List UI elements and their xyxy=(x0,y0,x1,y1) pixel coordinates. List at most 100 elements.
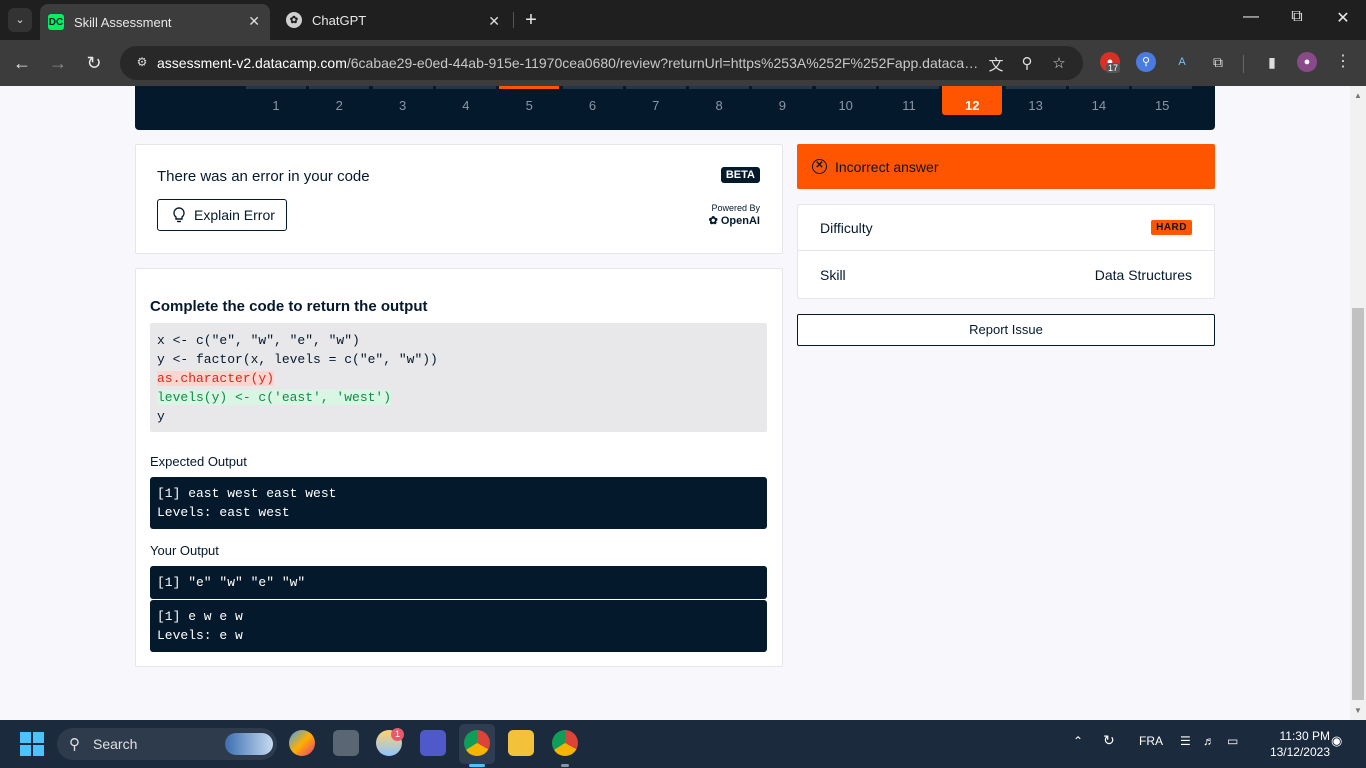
question-nav-item[interactable]: 1 xyxy=(246,86,306,115)
question-nav-item[interactable]: 4 xyxy=(435,86,496,115)
tab-title: ChatGPT xyxy=(312,12,367,28)
extensions-puzzle-icon[interactable]: ⧉ xyxy=(1208,52,1228,72)
explain-error-button[interactable]: Explain Error xyxy=(157,199,287,231)
copilot-pre-icon[interactable] xyxy=(289,730,315,756)
extension-translate-icon[interactable]: A xyxy=(1172,52,1192,72)
question-nav-item[interactable]: 11 xyxy=(879,86,939,115)
question-nav-item[interactable]: 8 xyxy=(689,86,750,115)
url-path: /6cabae29-e0ed-44ab-915e-11970cea0680/re… xyxy=(346,55,983,71)
code-line-added: levels(y) <- c('east', 'west') xyxy=(157,390,392,405)
expected-output-block: [1] east west east west Levels: east west xyxy=(150,477,767,529)
new-tab-plus-icon[interactable]: + xyxy=(520,8,542,32)
extension-search-icon[interactable]: ⚲ xyxy=(1136,52,1156,72)
teams-icon[interactable] xyxy=(420,730,446,756)
datacamp-favicon-icon: DC xyxy=(48,14,64,30)
scroll-down-arrow-icon[interactable]: ▼ xyxy=(1350,703,1366,719)
translate-icon[interactable]: 文 xyxy=(986,54,1006,75)
windows-start-icon[interactable] xyxy=(20,732,44,756)
close-tab-icon[interactable]: ✕ xyxy=(248,13,260,30)
site-info-icon[interactable]: ⚙ xyxy=(134,55,150,71)
language-indicator[interactable]: FRA xyxy=(1139,734,1163,748)
close-window-icon[interactable]: ✕ xyxy=(1328,8,1358,28)
taskbar-search[interactable]: ⚲ Search xyxy=(57,728,277,760)
volume-icon[interactable]: ♬ xyxy=(1203,734,1215,748)
output-line: [1] east west east west xyxy=(157,486,337,501)
difficulty-badge: HARD xyxy=(1151,220,1192,235)
code-block: x <- c("e", "w", "e", "w") y <- factor(x,… xyxy=(150,323,767,432)
powered-by-openai: Powered By ✿ OpenAI xyxy=(709,202,760,228)
question-navigation: 1 2 3 4 5 6 7 8 9 10 11 12 13 14 15 xyxy=(135,86,1215,130)
question-nav-item[interactable]: 6 xyxy=(562,86,623,115)
notification-bell-icon[interactable]: ◉ xyxy=(1331,733,1342,749)
difficulty-row: Difficulty HARD xyxy=(798,205,1214,251)
tab-title: Skill Assessment xyxy=(74,14,172,30)
chrome-profile-icon[interactable] xyxy=(552,730,578,756)
output-line: [1] e w e w xyxy=(157,609,243,624)
x-circle-icon: ✕ xyxy=(812,159,827,174)
taskbar-clock[interactable]: 11:30 PM 13/12/2023 xyxy=(1256,728,1330,760)
lightbulb-icon xyxy=(173,207,185,223)
code-line-removed: as.character(y) xyxy=(157,371,275,386)
wifi-icon[interactable]: ☰ xyxy=(1180,734,1191,748)
question-nav-item[interactable]: 5 xyxy=(499,86,560,115)
question-nav-item[interactable]: 9 xyxy=(752,86,813,115)
zoom-magnifier-icon[interactable]: ⚲ xyxy=(1017,54,1037,72)
minimize-icon[interactable]: — xyxy=(1236,8,1266,26)
sync-icon[interactable]: ↻ xyxy=(1103,732,1115,749)
error-title: There was an error in your code xyxy=(157,168,370,185)
tab-skill-assessment[interactable]: DC Skill Assessment ✕ xyxy=(40,4,270,40)
scrollbar-thumb[interactable] xyxy=(1352,308,1364,700)
close-tab-icon[interactable]: ✕ xyxy=(488,13,500,30)
side-panel-icon[interactable]: ▮ xyxy=(1262,52,1282,72)
tab-divider xyxy=(513,12,514,28)
code-line-text: x <- c("e", "w", "e", "w") xyxy=(157,333,360,348)
question-nav-item[interactable]: 10 xyxy=(815,86,876,115)
bookmark-star-icon[interactable]: ☆ xyxy=(1049,54,1069,72)
scroll-up-arrow-icon[interactable]: ▲ xyxy=(1350,88,1366,104)
question-nav-item[interactable]: 3 xyxy=(372,86,433,115)
report-issue-button[interactable]: Report Issue xyxy=(797,314,1215,346)
question-nav-item[interactable]: 14 xyxy=(1068,86,1129,115)
question-nav-item[interactable]: 12 xyxy=(942,86,1003,115)
incorrect-answer-banner: ✕ Incorrect answer xyxy=(797,144,1215,189)
battery-icon[interactable]: ▭ xyxy=(1227,734,1238,748)
reload-icon[interactable]: ↻ xyxy=(82,52,106,74)
openai-logo-icon: ✿ xyxy=(708,215,718,227)
url-text[interactable]: assessment-v2.datacamp.com/6cabae29-e0ed… xyxy=(157,55,983,71)
chatgpt-favicon-icon: ✿ xyxy=(286,12,302,28)
question-nav-item[interactable]: 7 xyxy=(625,86,686,115)
chrome-active-indicator xyxy=(469,764,485,767)
file-explorer-icon[interactable] xyxy=(508,730,534,756)
address-bar[interactable]: ⚙ assessment-v2.datacamp.com/6cabae29-e0… xyxy=(120,46,1083,80)
toolbar-divider xyxy=(1243,55,1244,73)
question-card: Complete the code to return the output x… xyxy=(135,268,783,667)
code-line: y <- factor(x, levels = c("e", "w")) xyxy=(157,350,760,369)
your-output-block-1: [1] "e" "w" "e" "w" xyxy=(150,566,767,599)
question-nav-item[interactable]: 13 xyxy=(1005,86,1066,115)
code-line: x <- c("e", "w", "e", "w") xyxy=(157,331,760,350)
code-line-text: y xyxy=(157,409,165,424)
tab-search-chevron-icon[interactable]: ⌄ xyxy=(8,8,32,32)
question-nav-item[interactable]: 15 xyxy=(1132,86,1193,115)
back-arrow-icon[interactable]: ← xyxy=(10,52,34,74)
code-line-text: y <- factor(x, levels = c("e", "w")) xyxy=(157,352,438,367)
tray-overflow-chevron-icon[interactable]: ⌃ xyxy=(1073,734,1083,748)
search-highlight-image xyxy=(225,733,273,755)
code-line: levels(y) <- c('east', 'west') xyxy=(157,388,760,407)
tab-chatgpt[interactable]: ✿ ChatGPT ✕ xyxy=(278,4,510,36)
code-line: as.character(y) xyxy=(157,369,760,388)
chrome-icon[interactable] xyxy=(464,730,490,756)
search-icon: ⚲ xyxy=(69,736,80,753)
task-view-icon[interactable] xyxy=(333,730,359,756)
menu-kebab-icon[interactable]: ⋮ xyxy=(1333,52,1353,72)
url-host: assessment-v2.datacamp.com xyxy=(157,55,347,71)
restore-icon[interactable]: ⧉ xyxy=(1282,8,1312,26)
browser-tab-bar: ⌄ DC Skill Assessment ✕ ✿ ChatGPT ✕ + — … xyxy=(0,0,1366,40)
clock-date: 13/12/2023 xyxy=(1269,745,1330,759)
question-nav-item[interactable]: 2 xyxy=(309,86,370,115)
profile-avatar[interactable]: ● xyxy=(1297,52,1317,72)
output-line: Levels: e w xyxy=(157,628,243,643)
expected-output-label: Expected Output xyxy=(150,454,247,469)
forward-arrow-icon[interactable]: → xyxy=(46,52,70,74)
skill-value: Data Structures xyxy=(1094,267,1192,283)
